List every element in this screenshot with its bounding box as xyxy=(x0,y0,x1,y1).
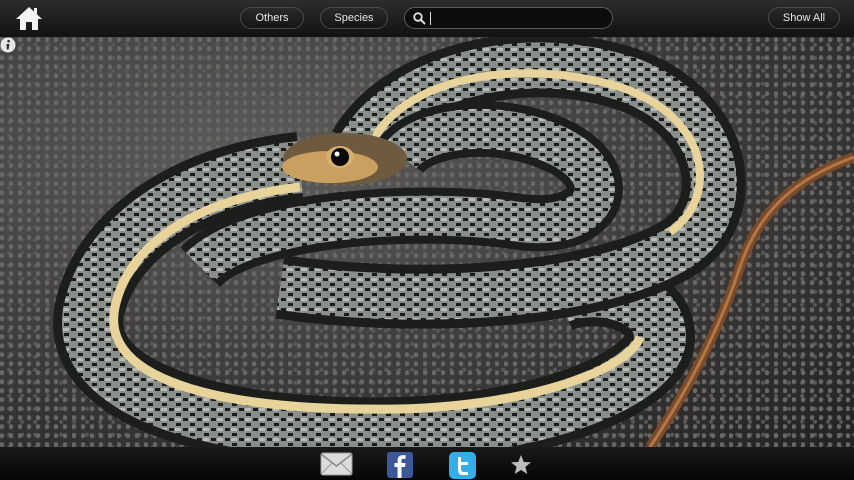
mail-icon[interactable] xyxy=(320,452,353,476)
snake-photo xyxy=(0,37,854,447)
snake-illustration xyxy=(53,37,854,447)
home-icon xyxy=(16,7,42,30)
bottom-toolbar xyxy=(0,447,854,480)
species-button[interactable]: Species xyxy=(320,7,388,29)
top-toolbar: Others Species Show All xyxy=(0,0,854,38)
others-button[interactable]: Others xyxy=(240,7,304,29)
search-box[interactable] xyxy=(404,7,613,29)
twitter-icon[interactable] xyxy=(449,452,476,479)
search-icon xyxy=(413,12,426,25)
star-icon[interactable] xyxy=(510,454,532,476)
facebook-icon[interactable] xyxy=(387,452,413,478)
text-cursor xyxy=(430,12,431,25)
show-all-button[interactable]: Show All xyxy=(768,7,840,29)
info-icon[interactable] xyxy=(0,37,16,53)
home-button[interactable] xyxy=(14,5,44,32)
search-input[interactable] xyxy=(429,10,605,26)
